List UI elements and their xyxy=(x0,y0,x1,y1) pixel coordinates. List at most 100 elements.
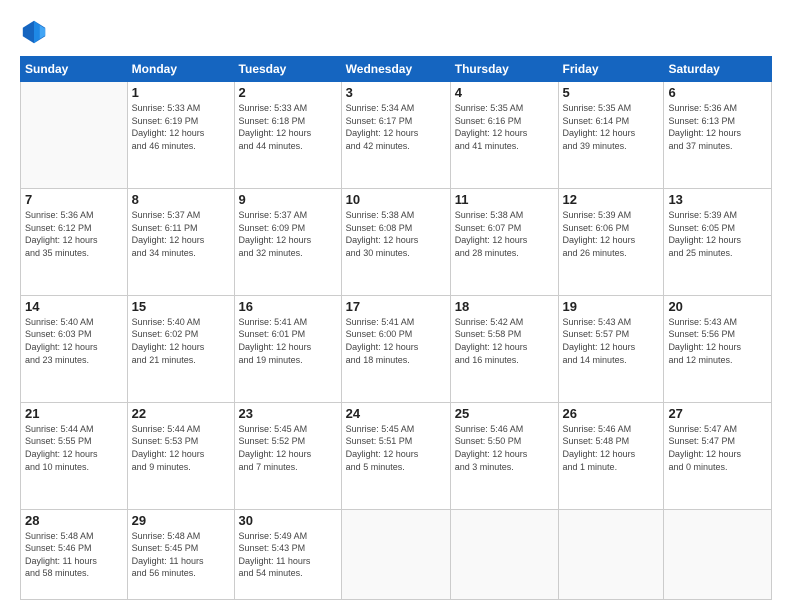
day-cell: 15 Sunrise: 5:40 AM Sunset: 6:02 PM Dayli… xyxy=(127,295,234,402)
day-info: Sunrise: 5:41 AM Sunset: 6:01 PM Dayligh… xyxy=(239,316,337,366)
day-number: 2 xyxy=(239,85,337,100)
day-number: 19 xyxy=(563,299,660,314)
day-info: Sunrise: 5:33 AM Sunset: 6:18 PM Dayligh… xyxy=(239,102,337,152)
day-info: Sunrise: 5:34 AM Sunset: 6:17 PM Dayligh… xyxy=(346,102,446,152)
day-cell: 19 Sunrise: 5:43 AM Sunset: 5:57 PM Dayli… xyxy=(558,295,664,402)
logo xyxy=(20,18,52,46)
day-info: Sunrise: 5:42 AM Sunset: 5:58 PM Dayligh… xyxy=(455,316,554,366)
day-cell: 26 Sunrise: 5:46 AM Sunset: 5:48 PM Dayli… xyxy=(558,402,664,509)
day-cell: 27 Sunrise: 5:47 AM Sunset: 5:47 PM Dayli… xyxy=(664,402,772,509)
day-cell: 6Sunrise: 5:36 AM Sunset: 6:13 PM Daylig… xyxy=(664,82,772,189)
day-number: 13 xyxy=(668,192,767,207)
day-number: 25 xyxy=(455,406,554,421)
day-info: Sunrise: 5:49 AM Sunset: 5:43 PM Dayligh… xyxy=(239,530,337,580)
weekday-header-monday: Monday xyxy=(127,57,234,82)
day-number: 24 xyxy=(346,406,446,421)
day-number: 1 xyxy=(132,85,230,100)
day-info: Sunrise: 5:35 AM Sunset: 6:14 PM Dayligh… xyxy=(563,102,660,152)
day-info: Sunrise: 5:46 AM Sunset: 5:50 PM Dayligh… xyxy=(455,423,554,473)
weekday-header-saturday: Saturday xyxy=(664,57,772,82)
day-cell: 1Sunrise: 5:33 AM Sunset: 6:19 PM Daylig… xyxy=(127,82,234,189)
weekday-header-friday: Friday xyxy=(558,57,664,82)
week-row-5: 28 Sunrise: 5:48 AM Sunset: 5:46 PM Dayli… xyxy=(21,509,772,599)
weekday-header-wednesday: Wednesday xyxy=(341,57,450,82)
day-cell: 16 Sunrise: 5:41 AM Sunset: 6:01 PM Dayli… xyxy=(234,295,341,402)
page: SundayMondayTuesdayWednesdayThursdayFrid… xyxy=(0,0,792,612)
calendar-header: SundayMondayTuesdayWednesdayThursdayFrid… xyxy=(21,57,772,82)
day-cell xyxy=(21,82,128,189)
day-info: Sunrise: 5:43 AM Sunset: 5:57 PM Dayligh… xyxy=(563,316,660,366)
weekday-row: SundayMondayTuesdayWednesdayThursdayFrid… xyxy=(21,57,772,82)
day-cell: 11Sunrise: 5:38 AM Sunset: 6:07 PM Dayli… xyxy=(450,188,558,295)
day-cell: 28 Sunrise: 5:48 AM Sunset: 5:46 PM Dayli… xyxy=(21,509,128,599)
day-info: Sunrise: 5:38 AM Sunset: 6:07 PM Dayligh… xyxy=(455,209,554,259)
day-info: Sunrise: 5:47 AM Sunset: 5:47 PM Dayligh… xyxy=(668,423,767,473)
day-number: 18 xyxy=(455,299,554,314)
day-cell: 12 Sunrise: 5:39 AM Sunset: 6:06 PM Dayli… xyxy=(558,188,664,295)
day-number: 26 xyxy=(563,406,660,421)
day-cell: 22 Sunrise: 5:44 AM Sunset: 5:53 PM Dayli… xyxy=(127,402,234,509)
day-info: Sunrise: 5:40 AM Sunset: 6:02 PM Dayligh… xyxy=(132,316,230,366)
day-number: 5 xyxy=(563,85,660,100)
day-number: 7 xyxy=(25,192,123,207)
weekday-header-sunday: Sunday xyxy=(21,57,128,82)
day-cell: 3 Sunrise: 5:34 AM Sunset: 6:17 PM Daylig… xyxy=(341,82,450,189)
calendar-body: 1Sunrise: 5:33 AM Sunset: 6:19 PM Daylig… xyxy=(21,82,772,600)
day-number: 12 xyxy=(563,192,660,207)
day-info: Sunrise: 5:37 AM Sunset: 6:09 PM Dayligh… xyxy=(239,209,337,259)
day-info: Sunrise: 5:45 AM Sunset: 5:51 PM Dayligh… xyxy=(346,423,446,473)
day-number: 10 xyxy=(346,192,446,207)
week-row-1: 1Sunrise: 5:33 AM Sunset: 6:19 PM Daylig… xyxy=(21,82,772,189)
logo-icon xyxy=(20,18,48,46)
day-cell xyxy=(341,509,450,599)
day-info: Sunrise: 5:41 AM Sunset: 6:00 PM Dayligh… xyxy=(346,316,446,366)
day-number: 15 xyxy=(132,299,230,314)
header xyxy=(20,18,772,46)
day-number: 27 xyxy=(668,406,767,421)
day-number: 28 xyxy=(25,513,123,528)
day-number: 6 xyxy=(668,85,767,100)
day-number: 4 xyxy=(455,85,554,100)
week-row-2: 7Sunrise: 5:36 AM Sunset: 6:12 PM Daylig… xyxy=(21,188,772,295)
day-cell: 14Sunrise: 5:40 AM Sunset: 6:03 PM Dayli… xyxy=(21,295,128,402)
day-number: 9 xyxy=(239,192,337,207)
day-info: Sunrise: 5:46 AM Sunset: 5:48 PM Dayligh… xyxy=(563,423,660,473)
week-row-4: 21 Sunrise: 5:44 AM Sunset: 5:55 PM Dayli… xyxy=(21,402,772,509)
day-number: 21 xyxy=(25,406,123,421)
day-number: 3 xyxy=(346,85,446,100)
day-cell: 24 Sunrise: 5:45 AM Sunset: 5:51 PM Dayli… xyxy=(341,402,450,509)
day-info: Sunrise: 5:48 AM Sunset: 5:45 PM Dayligh… xyxy=(132,530,230,580)
day-cell: 18 Sunrise: 5:42 AM Sunset: 5:58 PM Dayli… xyxy=(450,295,558,402)
day-info: Sunrise: 5:37 AM Sunset: 6:11 PM Dayligh… xyxy=(132,209,230,259)
day-number: 29 xyxy=(132,513,230,528)
day-cell xyxy=(558,509,664,599)
day-info: Sunrise: 5:44 AM Sunset: 5:53 PM Dayligh… xyxy=(132,423,230,473)
weekday-header-tuesday: Tuesday xyxy=(234,57,341,82)
day-cell: 5 Sunrise: 5:35 AM Sunset: 6:14 PM Daylig… xyxy=(558,82,664,189)
day-cell: 21 Sunrise: 5:44 AM Sunset: 5:55 PM Dayli… xyxy=(21,402,128,509)
day-number: 16 xyxy=(239,299,337,314)
day-number: 20 xyxy=(668,299,767,314)
day-info: Sunrise: 5:48 AM Sunset: 5:46 PM Dayligh… xyxy=(25,530,123,580)
day-cell: 30Sunrise: 5:49 AM Sunset: 5:43 PM Dayli… xyxy=(234,509,341,599)
week-row-3: 14Sunrise: 5:40 AM Sunset: 6:03 PM Dayli… xyxy=(21,295,772,402)
day-cell: 17Sunrise: 5:41 AM Sunset: 6:00 PM Dayli… xyxy=(341,295,450,402)
calendar: SundayMondayTuesdayWednesdayThursdayFrid… xyxy=(20,56,772,600)
day-cell: 13 Sunrise: 5:39 AM Sunset: 6:05 PM Dayli… xyxy=(664,188,772,295)
day-info: Sunrise: 5:45 AM Sunset: 5:52 PM Dayligh… xyxy=(239,423,337,473)
day-info: Sunrise: 5:39 AM Sunset: 6:05 PM Dayligh… xyxy=(668,209,767,259)
day-cell: 2 Sunrise: 5:33 AM Sunset: 6:18 PM Daylig… xyxy=(234,82,341,189)
day-info: Sunrise: 5:35 AM Sunset: 6:16 PM Dayligh… xyxy=(455,102,554,152)
day-info: Sunrise: 5:39 AM Sunset: 6:06 PM Dayligh… xyxy=(563,209,660,259)
day-number: 22 xyxy=(132,406,230,421)
day-info: Sunrise: 5:38 AM Sunset: 6:08 PM Dayligh… xyxy=(346,209,446,259)
day-cell: 23Sunrise: 5:45 AM Sunset: 5:52 PM Dayli… xyxy=(234,402,341,509)
day-info: Sunrise: 5:44 AM Sunset: 5:55 PM Dayligh… xyxy=(25,423,123,473)
day-info: Sunrise: 5:40 AM Sunset: 6:03 PM Dayligh… xyxy=(25,316,123,366)
day-cell: 9 Sunrise: 5:37 AM Sunset: 6:09 PM Daylig… xyxy=(234,188,341,295)
day-cell: 25 Sunrise: 5:46 AM Sunset: 5:50 PM Dayli… xyxy=(450,402,558,509)
day-cell xyxy=(450,509,558,599)
day-cell: 29 Sunrise: 5:48 AM Sunset: 5:45 PM Dayli… xyxy=(127,509,234,599)
day-cell: 7Sunrise: 5:36 AM Sunset: 6:12 PM Daylig… xyxy=(21,188,128,295)
day-info: Sunrise: 5:43 AM Sunset: 5:56 PM Dayligh… xyxy=(668,316,767,366)
